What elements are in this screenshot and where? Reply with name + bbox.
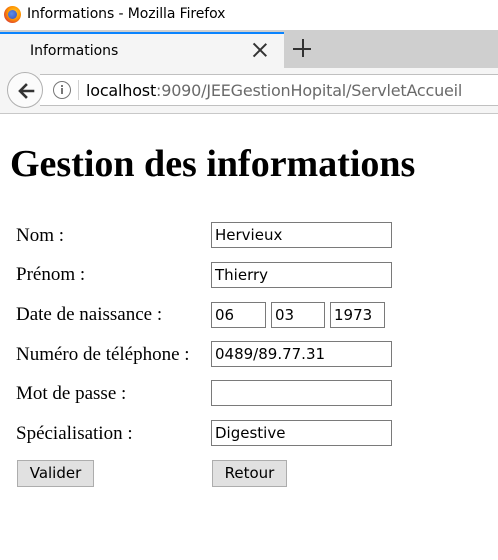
back-button[interactable] [7, 72, 43, 108]
birth-month-input[interactable]: 03 [271, 302, 325, 328]
mot-de-passe-label: Mot de passe : [16, 383, 127, 404]
url-text[interactable]: localhost:9090/JEEGestionHopital/Servlet… [86, 81, 462, 100]
back-arrow-icon [18, 83, 35, 99]
nom-input[interactable]: Hervieux [211, 222, 392, 248]
retour-button[interactable]: Retour [212, 460, 287, 487]
new-tab-icon[interactable] [292, 38, 314, 60]
specialisation-label: Spécialisation : [16, 423, 133, 444]
page-title: Gestion des informations [10, 143, 416, 185]
tab-informations[interactable]: Informations [0, 32, 284, 68]
tab-label: Informations [30, 43, 119, 59]
nom-label: Nom : [16, 225, 65, 246]
password-input[interactable] [211, 380, 392, 406]
window-title-bar: Informations - Mozilla Firefox [0, 0, 498, 30]
window-title: Informations - Mozilla Firefox [27, 6, 226, 22]
telephone-label: Numéro de téléphone : [16, 344, 190, 365]
prenom-label: Prénom : [16, 264, 86, 285]
birth-day-input[interactable]: 06 [211, 302, 266, 328]
telephone-input[interactable]: 0489/89.77.31 [211, 341, 392, 367]
url-host: localhost [86, 81, 157, 100]
prenom-input[interactable]: Thierry [211, 262, 392, 288]
valider-button[interactable]: Valider [17, 460, 94, 487]
url-divider [78, 80, 79, 100]
specialisation-input[interactable]: Digestive [211, 420, 392, 446]
navigation-bar: localhost:9090/JEEGestionHopital/Servlet… [0, 68, 498, 114]
birth-year-input[interactable]: 1973 [330, 302, 385, 328]
info-icon[interactable] [53, 81, 71, 99]
date-naissance-label: Date de naissance : [16, 304, 163, 325]
firefox-logo-icon [4, 6, 21, 23]
url-path: :9090/JEEGestionHopital/ServletAccueil [156, 81, 463, 100]
close-icon[interactable] [250, 40, 270, 60]
tab-strip: Informations [0, 30, 498, 68]
